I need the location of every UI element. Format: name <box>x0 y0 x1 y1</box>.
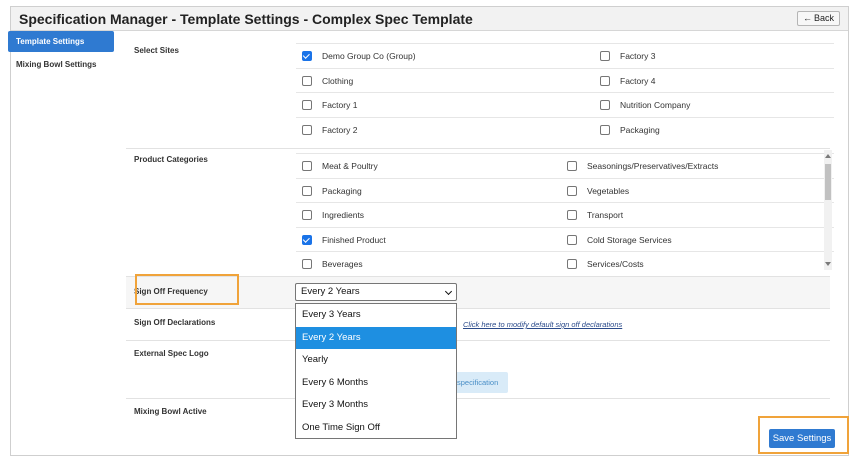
select-value: Every 2 Years <box>301 286 360 297</box>
panel-header: Specification Manager - Template Setting… <box>11 7 848 31</box>
category-option[interactable]: Services/Costs <box>561 252 834 276</box>
checkbox[interactable] <box>567 185 577 196</box>
category-option-label: Beverages <box>322 259 363 270</box>
site-row: Clothing Factory 4 <box>296 67 834 93</box>
category-option[interactable]: Ingredients <box>296 203 561 227</box>
checkbox[interactable] <box>302 259 312 270</box>
checkbox[interactable] <box>302 185 312 196</box>
back-button[interactable]: ← Back <box>796 11 840 26</box>
category-option[interactable]: Meat & Poultry <box>296 154 561 178</box>
category-option[interactable]: Cold Storage Services <box>561 228 834 252</box>
category-option-label: Meat & Poultry <box>322 161 378 171</box>
category-option-label: Finished Product <box>322 234 386 245</box>
checkbox[interactable] <box>600 51 610 61</box>
site-option[interactable]: Factory 1 <box>296 93 594 117</box>
sidebar: Template Settings Mixing Bowl Settings <box>8 31 114 77</box>
checkbox[interactable] <box>600 100 610 111</box>
site-option-label: Factory 2 <box>322 124 358 135</box>
select-sites-label: Select Sites <box>134 46 179 55</box>
mixing-bowl-active-section: Mixing Bowl Active <box>126 398 830 428</box>
logo-upload-button[interactable]: specification <box>452 372 508 393</box>
category-option-label: Ingredients <box>322 210 365 221</box>
sign-off-declarations-label: Sign Off Declarations <box>134 318 216 327</box>
category-row: Finished Product Cold Storage Services <box>296 226 834 252</box>
category-row: Ingredients Transport <box>296 202 834 227</box>
sidebar-item-template-settings[interactable]: Template Settings <box>8 31 114 52</box>
site-option[interactable]: Factory 2 <box>296 118 594 142</box>
save-settings-button[interactable]: Save Settings <box>769 429 835 448</box>
site-option[interactable]: Packaging <box>594 118 834 142</box>
checkbox[interactable] <box>567 210 577 221</box>
frequency-dropdown-list: Every 3 Years Every 2 Years Yearly Every… <box>295 303 457 439</box>
checkbox[interactable] <box>567 234 577 245</box>
site-row: Demo Group Co (Group) Factory 3 <box>296 43 834 68</box>
frequency-label-highlight <box>135 274 239 305</box>
arrow-left-icon: ← <box>802 13 812 23</box>
frequency-option[interactable]: Every 6 Months <box>296 372 456 395</box>
frequency-option[interactable]: One Time Sign Off <box>296 417 456 440</box>
site-option-label: Clothing <box>322 75 354 86</box>
checkbox[interactable] <box>302 100 312 111</box>
site-option-label: Factory 4 <box>620 75 656 86</box>
category-option[interactable]: Beverages <box>296 252 561 276</box>
external-spec-logo-label: External Spec Logo <box>134 349 209 358</box>
scroll-down-icon[interactable] <box>825 262 831 266</box>
checkbox[interactable] <box>302 124 312 135</box>
checkbox[interactable] <box>567 259 577 270</box>
product-categories-label: Product Categories <box>134 155 208 164</box>
site-row: Factory 1 Nutrition Company <box>296 92 834 117</box>
frequency-option-selected[interactable]: Every 2 Years <box>296 326 456 350</box>
checkbox[interactable] <box>302 234 312 245</box>
site-option-label: Nutrition Company <box>620 100 691 111</box>
sign-off-frequency-select[interactable]: Every 2 Years <box>295 283 457 301</box>
site-option[interactable]: Demo Group Co (Group) <box>296 44 594 68</box>
site-row: Factory 2 Packaging <box>296 116 834 142</box>
checkbox[interactable] <box>567 161 577 171</box>
category-option[interactable]: Packaging <box>296 179 561 203</box>
sidebar-item-mixing-bowl-settings[interactable]: Mixing Bowl Settings <box>8 54 114 75</box>
category-option-label: Cold Storage Services <box>587 234 672 245</box>
category-option-label: Vegetables <box>587 185 630 196</box>
category-option[interactable]: Transport <box>561 203 834 227</box>
category-option[interactable]: Seasonings/Preservatives/Extracts <box>561 154 834 178</box>
mixing-bowl-active-label: Mixing Bowl Active <box>134 407 207 416</box>
scroll-thumb[interactable] <box>825 164 831 200</box>
checkbox[interactable] <box>600 75 610 86</box>
site-option[interactable]: Nutrition Company <box>594 93 834 117</box>
category-row: Meat & Poultry Seasonings/Preservatives/E… <box>296 153 834 178</box>
category-row: Beverages Services/Costs <box>296 251 834 276</box>
category-row: Packaging Vegetables <box>296 177 834 203</box>
checkbox[interactable] <box>302 51 312 61</box>
chevron-down-icon <box>444 287 453 296</box>
frequency-option[interactable]: Every 3 Years <box>296 304 456 327</box>
category-option-label: Seasonings/Preservatives/Extracts <box>587 161 719 171</box>
checkbox[interactable] <box>302 75 312 86</box>
modify-declarations-link[interactable]: Click here to modify default sign off de… <box>463 320 622 329</box>
category-option-label: Transport <box>587 210 624 221</box>
site-option[interactable]: Factory 4 <box>594 69 834 93</box>
categories-scrollbar[interactable] <box>824 150 832 270</box>
category-option-label: Packaging <box>322 185 362 196</box>
frequency-option[interactable]: Yearly <box>296 349 456 372</box>
scroll-up-icon[interactable] <box>825 154 831 158</box>
category-option-label: Services/Costs <box>587 259 644 270</box>
category-option[interactable]: Vegetables <box>561 179 834 203</box>
checkbox[interactable] <box>302 210 312 221</box>
site-option-label: Packaging <box>620 124 660 135</box>
site-option-label: Demo Group Co (Group) <box>322 51 416 61</box>
checkbox[interactable] <box>302 161 312 171</box>
back-button-label: Back <box>813 13 834 23</box>
frequency-option[interactable]: Every 3 Months <box>296 394 456 417</box>
page-title: Specification Manager - Template Setting… <box>19 11 473 27</box>
site-option-label: Factory 3 <box>620 51 656 61</box>
checkbox[interactable] <box>600 124 610 135</box>
site-option-label: Factory 1 <box>322 100 358 111</box>
site-option[interactable]: Factory 3 <box>594 44 834 68</box>
category-option[interactable]: Finished Product <box>296 228 561 252</box>
site-option[interactable]: Clothing <box>296 69 594 93</box>
